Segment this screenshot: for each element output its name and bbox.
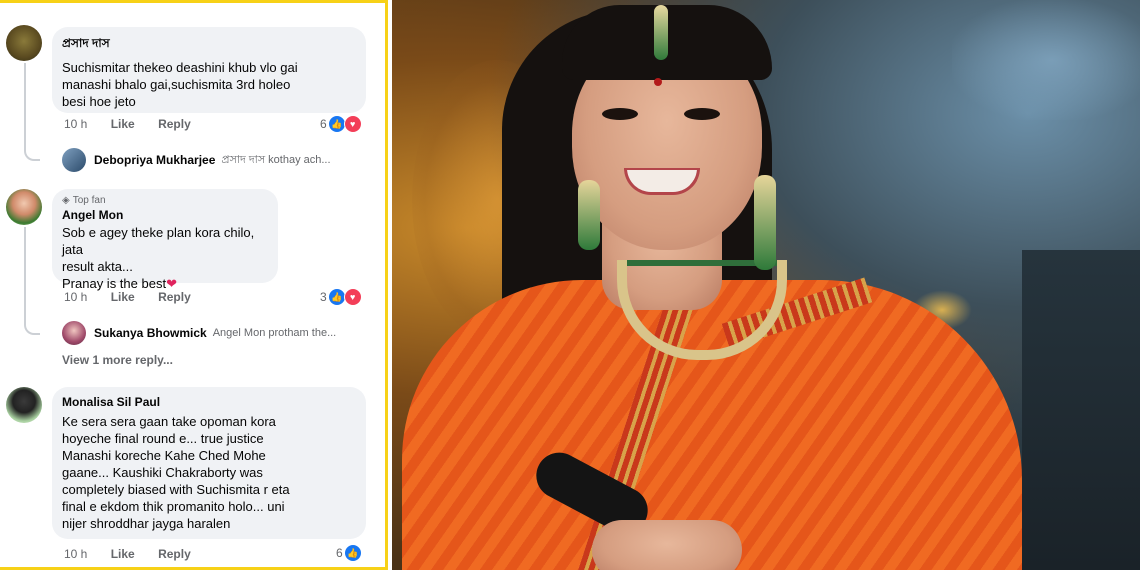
right-eye <box>684 108 720 120</box>
reply-author[interactable]: Debopriya Mukharjee <box>94 153 215 167</box>
heart-icon: ♥ <box>343 288 362 306</box>
reaction-summary[interactable]: 6 👍 <box>336 545 361 561</box>
reply-preview[interactable]: Sukanya Bhowmick Angel Mon protham the..… <box>62 321 336 345</box>
commenter-avatar[interactable] <box>6 387 42 423</box>
heart-emoji: ❤ <box>166 276 177 291</box>
reply-avatar[interactable] <box>62 148 86 172</box>
thumbs-up-icon: 👍 <box>328 116 345 132</box>
reply-link[interactable]: Reply <box>158 117 191 131</box>
like-link[interactable]: Like <box>111 290 135 304</box>
like-link[interactable]: Like <box>111 547 135 561</box>
reply-author[interactable]: Sukanya Bhowmick <box>94 326 207 340</box>
stage-panel <box>1022 250 1140 570</box>
reaction-count: 6 <box>336 546 343 560</box>
reaction-summary[interactable]: 3 👍 ♥ <box>320 288 362 306</box>
reply-avatar[interactable] <box>62 321 86 345</box>
heart-icon: ♥ <box>343 115 362 133</box>
reply-link[interactable]: Reply <box>158 547 191 561</box>
view-more-replies-link[interactable]: View 1 more reply... <box>62 353 173 367</box>
reaction-count: 3 <box>320 290 327 304</box>
reply-connector <box>24 227 40 335</box>
reply-connector <box>24 63 40 161</box>
maang-tikka <box>654 5 668 60</box>
comments-panel: প্রসাদ দাস Suchismitar thekeo deashini k… <box>0 0 388 570</box>
hand <box>592 520 742 570</box>
reply-snippet: Angel Mon protham the... <box>212 327 337 339</box>
reaction-count: 6 <box>320 117 327 131</box>
left-eye <box>602 108 638 120</box>
top-fan-badge: ◈ Top fan <box>62 195 268 206</box>
badge-icon: ◈ <box>62 195 70 206</box>
bindi <box>654 78 662 86</box>
commenter-avatar[interactable] <box>6 189 42 225</box>
comment-time[interactable]: 10 h <box>64 547 87 561</box>
thumbs-up-icon: 👍 <box>344 545 361 561</box>
comment-actions: 10 h Like Reply <box>64 547 211 561</box>
comment-text: Sob e agey theke plan kora chilo, jata r… <box>62 224 268 292</box>
like-link[interactable]: Like <box>111 117 135 131</box>
earring <box>754 175 776 270</box>
reply-snippet: প্রসাদ দাস kothay ach... <box>221 153 331 166</box>
comment-text: Ke sera sera gaan take opoman kora hoyec… <box>62 414 290 531</box>
comment-actions: 10 h Like Reply <box>64 290 211 304</box>
comment-text: Suchismitar thekeo deashini khub vlo gai… <box>62 60 298 109</box>
reply-preview[interactable]: Debopriya Mukharjee প্রসাদ দাস kothay ac… <box>62 148 331 172</box>
earring <box>578 180 600 250</box>
commenter-name[interactable]: Angel Mon <box>62 208 268 222</box>
commenter-avatar[interactable] <box>6 25 42 61</box>
stage-light <box>952 0 1140 120</box>
comment-bubble: ◈ Top fan Angel Mon Sob e agey theke pla… <box>52 189 278 291</box>
singer-photo <box>392 0 1140 570</box>
comment-body: Sob e agey theke plan kora chilo, jata r… <box>62 225 255 291</box>
reaction-summary[interactable]: 6 👍 ♥ <box>320 115 362 133</box>
reply-link[interactable]: Reply <box>158 290 191 304</box>
comment-bubble: প্রসাদ দাস Suchismitar thekeo deashini k… <box>52 27 366 113</box>
badge-label: Top fan <box>72 195 106 206</box>
comment-time[interactable]: 10 h <box>64 290 87 304</box>
commenter-name[interactable]: Monalisa Sil Paul <box>62 395 356 409</box>
comment-bubble: Monalisa Sil Paul Ke sera sera gaan take… <box>52 387 366 539</box>
comment-actions: 10 h Like Reply <box>64 117 211 131</box>
comment-time[interactable]: 10 h <box>64 117 87 131</box>
thumbs-up-icon: 👍 <box>328 289 345 305</box>
commenter-name[interactable]: প্রসাদ দাস <box>62 35 356 55</box>
